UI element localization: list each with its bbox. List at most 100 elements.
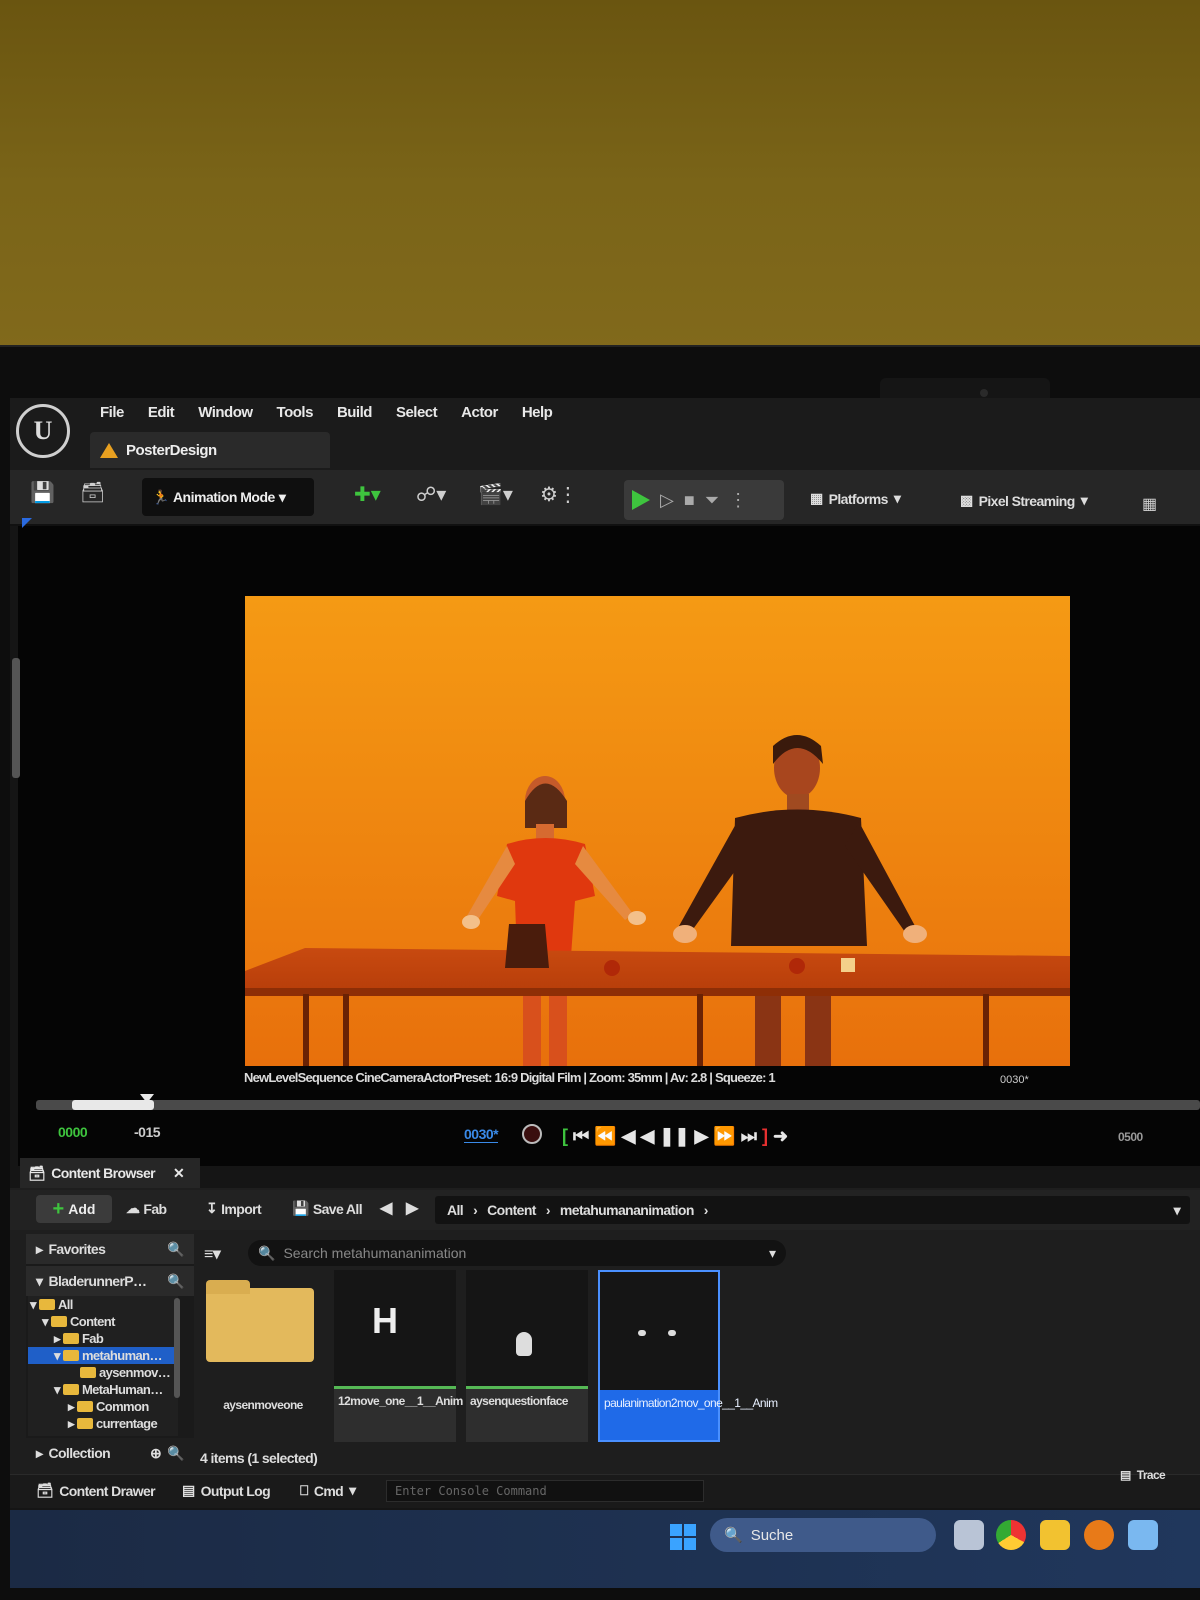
add-button[interactable]: + Add — [36, 1195, 112, 1223]
close-icon[interactable]: ✕ — [173, 1165, 185, 1182]
current-frame[interactable]: 0030* — [464, 1126, 499, 1143]
record-icon[interactable] — [522, 1124, 542, 1144]
step-icon[interactable]: ▷ — [660, 490, 674, 511]
tree-item-selected[interactable]: ▾ metahuman… — [28, 1347, 178, 1364]
chrome-icon[interactable] — [996, 1520, 1026, 1550]
asset-tile-folder[interactable]: aysenmoveone — [202, 1270, 324, 1442]
favorites-header[interactable]: ▸ Favorites 🔍 — [26, 1234, 194, 1264]
breadcrumb-item-content[interactable]: Content — [487, 1202, 536, 1218]
content-browser-icon[interactable]: 🗃 — [80, 480, 105, 505]
console-placeholder: Enter Console Command — [395, 1484, 547, 1498]
task-view-icon[interactable] — [954, 1520, 984, 1550]
breadcrumb-item-current[interactable]: metahumananimation — [560, 1202, 694, 1218]
plus-icon: + — [52, 1197, 65, 1220]
menu-help[interactable]: Help — [510, 404, 565, 421]
collections-header[interactable]: ▸ Collection ⊕ 🔍 — [26, 1438, 194, 1468]
eject-icon[interactable]: ⏷ — [705, 490, 719, 511]
tree-item[interactable]: ▾ Content — [28, 1313, 178, 1330]
unreal-logo-icon[interactable]: U — [16, 404, 70, 458]
blueprint-icon[interactable]: ☍▾ — [416, 482, 446, 507]
fab-button[interactable]: ☁ Fab — [126, 1200, 167, 1217]
tree-scrollbar[interactable] — [174, 1298, 180, 1398]
search-icon[interactable]: 🔍 — [167, 1445, 184, 1462]
timeline-scrubber[interactable] — [36, 1100, 1200, 1110]
add-actor-icon[interactable]: ✚▾ — [354, 482, 381, 507]
viewport-scrollbar[interactable] — [12, 658, 20, 778]
save-icon[interactable]: 💾 — [30, 480, 55, 505]
step-forward-icon[interactable]: ▶ — [694, 1126, 708, 1147]
settings-icon[interactable]: ▦ — [1142, 494, 1157, 514]
favorites-label: Favorites — [48, 1241, 106, 1257]
play-icon[interactable] — [632, 490, 650, 510]
console-input[interactable]: Enter Console Command — [386, 1480, 704, 1502]
output-log-button[interactable]: ▤ Output Log — [182, 1482, 271, 1499]
asset-label: 12move_one__1__Anim — [338, 1394, 463, 1408]
search-input[interactable]: 🔍 Search metahumananimation ▾ — [248, 1240, 786, 1266]
tree-item[interactable]: ▾ MetaHuman… — [28, 1381, 178, 1398]
menu-file[interactable]: File — [88, 404, 136, 421]
asset-tile-anim[interactable]: aysenquestionface — [466, 1270, 588, 1442]
pause-icon[interactable]: ❚❚ — [659, 1126, 689, 1147]
trace-button[interactable]: ▤ Trace — [1120, 1468, 1166, 1482]
pixel-streaming-button[interactable]: ▩ Pixel Streaming ▾ — [960, 492, 1088, 509]
menu-actor[interactable]: Actor — [449, 404, 510, 421]
woman-figure — [467, 776, 633, 1066]
asset-thumbnail — [600, 1272, 718, 1390]
content-browser-tab[interactable]: 🗃 Content Browser ✕ — [20, 1158, 200, 1188]
history-back-icon[interactable]: ◀ — [380, 1198, 392, 1218]
range-start-icon[interactable]: [ — [562, 1126, 568, 1147]
mode-selector[interactable]: 🏃 Animation Mode ▾ — [142, 478, 314, 516]
import-button[interactable]: ↧ Import — [206, 1200, 262, 1217]
menu-tools[interactable]: Tools — [265, 404, 325, 421]
go-to-start-icon[interactable]: ⏮ — [573, 1126, 589, 1147]
search-icon[interactable]: 🔍 — [167, 1273, 184, 1290]
file-explorer-icon[interactable] — [1040, 1520, 1070, 1550]
tree-item[interactable]: ▾ All — [28, 1296, 178, 1313]
menu-edit[interactable]: Edit — [136, 404, 186, 421]
cinematics-icon[interactable]: 🎬▾ — [478, 482, 513, 507]
save-all-button[interactable]: 💾 Save All — [292, 1200, 363, 1217]
breadcrumb-item-all[interactable]: All — [447, 1202, 464, 1218]
menu-window[interactable]: Window — [186, 404, 264, 421]
taskbar-search[interactable]: 🔍 Suche — [710, 1518, 936, 1552]
tree-item[interactable]: ▸ currentage — [28, 1415, 178, 1432]
document-tab[interactable]: PosterDesign — [90, 432, 330, 468]
play-reverse-icon[interactable]: ◀ — [640, 1126, 654, 1147]
asset-tile-anim[interactable]: H 12move_one__1__Anim — [334, 1270, 463, 1442]
playhead-handle[interactable] — [140, 1094, 154, 1103]
search-icon[interactable]: 🔍 — [167, 1241, 184, 1258]
loop-arrow-icon[interactable]: ➜ — [773, 1126, 788, 1147]
menu-select[interactable]: Select — [384, 404, 449, 421]
asset-tile-anim-selected[interactable]: paulanimation2mov_one__1__Anim — [598, 1270, 778, 1442]
step-back-icon[interactable]: ◀ — [622, 1126, 636, 1147]
end-frame[interactable]: 0500 — [1118, 1130, 1143, 1144]
tree-item[interactable]: ▸ Common — [28, 1398, 178, 1415]
cmd-dropdown[interactable]: ⎕ Cmd ▾ — [300, 1482, 356, 1499]
filter-icon[interactable]: ≡▾ — [204, 1244, 221, 1264]
tree-item[interactable]: aysenmov… — [28, 1364, 178, 1381]
platforms-button[interactable]: ▦ Platforms ▾ — [810, 490, 901, 507]
windows-start-icon[interactable] — [670, 1524, 696, 1550]
import-label: Import — [221, 1200, 262, 1217]
woman-hand-left — [462, 915, 480, 929]
history-forward-icon[interactable]: ▶ — [406, 1198, 418, 1218]
content-drawer-button[interactable]: 🗃 Content Drawer — [36, 1482, 156, 1499]
chevron-down-icon[interactable]: ▾ — [769, 1245, 776, 1262]
next-key-icon[interactable]: ⏩ — [713, 1126, 735, 1147]
offset-frame[interactable]: -015 — [134, 1124, 161, 1140]
app-icon[interactable] — [1128, 1520, 1158, 1550]
go-to-end-icon[interactable]: ⏭ — [741, 1126, 757, 1147]
range-end-icon[interactable]: ] — [762, 1126, 768, 1147]
fab-icon: ☁ — [126, 1200, 140, 1216]
menu-build[interactable]: Build — [325, 404, 384, 421]
more-options-icon[interactable]: ⋮ — [729, 490, 747, 511]
start-frame[interactable]: 0000 — [58, 1124, 88, 1140]
chevron-down-icon[interactable]: ▾ — [1174, 1202, 1181, 1219]
add-collection-icon[interactable]: ⊕ — [150, 1445, 162, 1462]
prev-key-icon[interactable]: ⏪ — [594, 1126, 616, 1147]
project-header[interactable]: ▾ BladerunnerP… 🔍 — [26, 1266, 194, 1296]
blender-icon[interactable] — [1084, 1520, 1114, 1550]
stop-icon[interactable]: ■ — [684, 490, 695, 511]
modeling-icon[interactable]: ⚙⋮ — [540, 482, 578, 507]
tree-item[interactable]: ▸ Fab — [28, 1330, 178, 1347]
